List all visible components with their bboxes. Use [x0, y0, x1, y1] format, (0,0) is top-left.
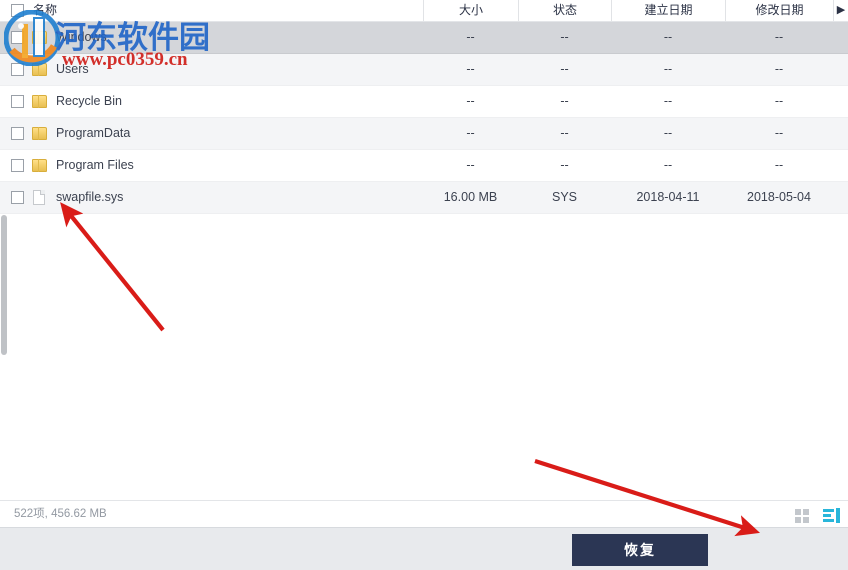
- table-row[interactable]: ProgramData -- -- -- --: [0, 118, 848, 150]
- cell-name: Windows: [56, 30, 107, 44]
- cell-name: ProgramData: [56, 126, 131, 140]
- cell-name: Recycle Bin: [56, 94, 122, 108]
- row-checkbox[interactable]: [11, 63, 24, 76]
- cell-created-date: --: [663, 94, 673, 108]
- folder-icon: [32, 94, 48, 109]
- cell-created-date: --: [663, 126, 673, 140]
- column-header-modified-date[interactable]: 修改日期: [725, 0, 833, 21]
- table-header-row: 名称 大小 状态 建立日期 修改日期 ▶: [0, 0, 848, 22]
- cell-name: Users: [56, 62, 89, 76]
- column-header-created-date[interactable]: 建立日期: [611, 0, 725, 21]
- select-all-checkbox[interactable]: [11, 4, 24, 17]
- cell-modified-date: --: [774, 94, 784, 108]
- view-mode-toggles: [794, 506, 840, 524]
- column-header-state[interactable]: 状态: [518, 0, 611, 21]
- folder-icon: [32, 62, 48, 77]
- table-row[interactable]: Program Files -- -- -- --: [0, 150, 848, 182]
- column-header-size-label: 大小: [458, 3, 483, 17]
- row-checkbox[interactable]: [11, 95, 24, 108]
- table-row[interactable]: Windows -- -- -- --: [0, 22, 848, 54]
- scrollbar-thumb[interactable]: [1, 215, 7, 355]
- cell-modified-date: --: [774, 30, 784, 44]
- cell-state: --: [560, 30, 569, 44]
- cell-created-date: --: [663, 158, 673, 172]
- cell-modified-date: --: [774, 62, 784, 76]
- column-header-name-label: 名称: [33, 3, 58, 17]
- cell-size: --: [466, 62, 475, 76]
- column-header-state-label: 状态: [552, 3, 577, 17]
- file-icon: [32, 190, 48, 205]
- action-bar: 恢复: [0, 527, 848, 570]
- cell-state: --: [560, 62, 569, 76]
- folder-icon: [32, 158, 48, 173]
- vertical-scrollbar[interactable]: [1, 22, 8, 489]
- cell-size: --: [466, 94, 475, 108]
- cell-size: --: [466, 30, 475, 44]
- list-view-icon[interactable]: [823, 507, 840, 523]
- cell-modified-date: --: [774, 158, 784, 172]
- status-summary: 522项, 456.62 MB: [14, 508, 107, 520]
- row-checkbox[interactable]: [11, 31, 24, 44]
- cell-size: 16.00 MB: [443, 190, 498, 204]
- cell-modified-date: --: [774, 126, 784, 140]
- cell-name: Program Files: [56, 158, 134, 172]
- file-browser-panel: 名称 大小 状态 建立日期 修改日期 ▶ Windows -- -- -- --…: [0, 0, 848, 527]
- row-checkbox[interactable]: [11, 159, 24, 172]
- cell-state: --: [560, 158, 569, 172]
- folder-icon: [32, 30, 48, 45]
- cell-created-date: 2018-04-11: [636, 190, 700, 204]
- file-browser-window: 名称 大小 状态 建立日期 修改日期 ▶ Windows -- -- -- --…: [0, 0, 848, 570]
- file-list: Windows -- -- -- -- Users -- -- -- -- Re…: [0, 22, 848, 489]
- folder-icon: [32, 126, 48, 141]
- cell-created-date: --: [663, 62, 673, 76]
- cell-modified-date: 2018-05-04: [747, 190, 811, 204]
- cell-state: SYS: [551, 190, 577, 204]
- cell-state: --: [560, 94, 569, 108]
- cell-size: --: [466, 158, 475, 172]
- row-checkbox[interactable]: [11, 127, 24, 140]
- table-row[interactable]: Recycle Bin -- -- -- --: [0, 86, 848, 118]
- cell-size: --: [466, 126, 475, 140]
- cell-created-date: --: [663, 30, 673, 44]
- restore-button[interactable]: 恢复: [572, 534, 708, 566]
- cell-name: swapfile.sys: [56, 190, 124, 204]
- status-bar: 522项, 456.62 MB: [0, 500, 848, 527]
- row-checkbox[interactable]: [11, 191, 24, 204]
- cell-state: --: [560, 126, 569, 140]
- table-row[interactable]: Users -- -- -- --: [0, 54, 848, 86]
- more-columns-icon[interactable]: ▶: [833, 0, 848, 21]
- grid-view-icon[interactable]: [794, 508, 811, 523]
- column-header-modified-date-label: 修改日期: [755, 3, 804, 17]
- column-header-created-date-label: 建立日期: [644, 3, 693, 17]
- table-row[interactable]: swapfile.sys 16.00 MB SYS 2018-04-11 201…: [0, 182, 848, 214]
- column-header-name[interactable]: 名称: [33, 0, 413, 21]
- column-header-size[interactable]: 大小: [423, 0, 518, 21]
